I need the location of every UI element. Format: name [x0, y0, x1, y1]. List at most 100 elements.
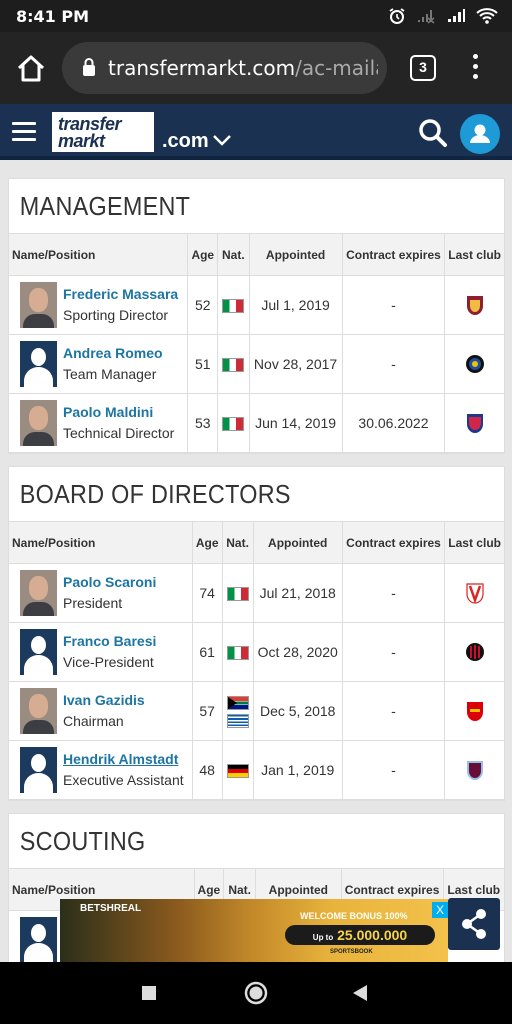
- board-section: BOARD OF DIRECTORS Name/Position Age Nat…: [8, 466, 505, 801]
- age-cell: 53: [187, 393, 219, 453]
- avatar[interactable]: [20, 570, 57, 616]
- table-header-row: Name/Position Age Nat. Appointed Contrac…: [9, 233, 504, 276]
- miami-fc-crest-icon[interactable]: [465, 412, 485, 434]
- italy-flag-icon[interactable]: [226, 646, 249, 661]
- table-header-row: Name/Position Age Nat. Appointed Contrac…: [9, 521, 504, 564]
- browser-toolbar: transfermarkt.com/ac-mailar 3: [0, 32, 512, 104]
- recents-icon[interactable]: [141, 985, 157, 1001]
- avatar-placeholder[interactable]: [20, 341, 57, 387]
- avatar-placeholder[interactable]: [20, 917, 57, 962]
- home-nav-icon[interactable]: [244, 981, 268, 1005]
- person-name-link[interactable]: Paolo Scaroni: [63, 572, 156, 592]
- address-bar[interactable]: transfermarkt.com/ac-mailar: [62, 42, 387, 94]
- contract-cell: -: [342, 681, 446, 741]
- appointed-cell: Nov 28, 2017: [249, 334, 343, 394]
- home-icon[interactable]: [14, 52, 48, 86]
- person-name-link[interactable]: Andrea Romeo: [63, 343, 163, 363]
- contract-cell: 30.06.2022: [342, 393, 446, 453]
- person-name-link[interactable]: Ivan Gazidis: [63, 690, 145, 710]
- page-content: MANAGEMENT Name/Position Age Nat. Appoin…: [0, 164, 512, 962]
- age-cell: 61: [192, 622, 223, 682]
- person-name-link[interactable]: Hendrik Almstadt: [63, 749, 184, 769]
- transfermarkt-logo[interactable]: transfer markt: [51, 111, 155, 153]
- section-title: MANAGEMENT: [19, 191, 191, 221]
- col-last-club: Last club: [444, 521, 504, 564]
- signal-icon: [448, 9, 465, 22]
- italy-flag-icon[interactable]: [222, 299, 245, 314]
- section-title: BOARD OF DIRECTORS: [19, 479, 291, 509]
- arsenal-crest-icon[interactable]: [465, 700, 485, 722]
- clock: 8:41 PM: [16, 7, 90, 26]
- ad-tagline: SPORTSBOOK: [330, 949, 373, 955]
- domain-selector[interactable]: .com: [162, 130, 209, 153]
- person-position: President: [63, 595, 123, 611]
- table-row: Frederic Massara Sporting Director 52 Jul…: [9, 275, 504, 335]
- ac-milan-crest-icon[interactable]: [465, 641, 485, 663]
- col-contract[interactable]: Contract expires: [342, 521, 446, 564]
- italy-flag-icon[interactable]: [226, 587, 249, 602]
- contract-cell: -: [342, 740, 446, 800]
- management-section: MANAGEMENT Name/Position Age Nat. Appoin…: [8, 178, 505, 454]
- avatar[interactable]: [20, 688, 57, 734]
- appointed-cell: Jul 21, 2018: [253, 563, 343, 623]
- user-account-button[interactable]: [460, 114, 500, 154]
- chevron-down-icon[interactable]: [212, 134, 232, 146]
- col-appointed[interactable]: Appointed: [253, 521, 343, 564]
- avatar-placeholder[interactable]: [20, 629, 57, 675]
- browser-menu-icon[interactable]: [470, 54, 480, 84]
- aston-villa-crest-icon[interactable]: [465, 759, 485, 781]
- signal-off-icon: [418, 10, 435, 24]
- col-nat: Nat.: [217, 233, 250, 276]
- back-icon[interactable]: [351, 984, 369, 1002]
- avatar[interactable]: [20, 282, 57, 328]
- site-header: transfer markt .com: [0, 104, 512, 160]
- alarm-icon: [389, 8, 405, 24]
- col-name[interactable]: Name/Position: [9, 521, 193, 564]
- hamburger-menu-icon[interactable]: [12, 122, 36, 146]
- age-cell: 74: [192, 563, 223, 623]
- contract-cell: -: [342, 275, 446, 335]
- person-name-link[interactable]: Paolo Maldini: [63, 402, 174, 422]
- share-button[interactable]: [448, 898, 500, 950]
- ad-banner[interactable]: BETSHREAL WELCOME BONUS 100% Up to 25.00…: [60, 899, 448, 962]
- ad-bonus-label: WELCOME BONUS 100%: [300, 911, 408, 921]
- italy-flag-icon[interactable]: [222, 358, 245, 373]
- age-cell: 57: [192, 681, 223, 741]
- as-roma-crest-icon[interactable]: [465, 294, 485, 316]
- tab-switcher-button[interactable]: 3: [410, 55, 436, 81]
- person-name-link[interactable]: Frederic Massara: [63, 284, 178, 304]
- col-last-club: Last club: [444, 233, 504, 276]
- table-row: Paolo Scaroni President 74 Jul 21, 2018 -: [9, 563, 504, 623]
- appointed-cell: Jul 1, 2019: [249, 275, 343, 335]
- avatar-placeholder[interactable]: [20, 747, 57, 793]
- greece-flag-icon[interactable]: [226, 714, 249, 729]
- contract-cell: -: [342, 563, 446, 623]
- col-appointed[interactable]: Appointed: [249, 233, 343, 276]
- age-cell: 51: [187, 334, 219, 394]
- wifi-icon: [476, 8, 498, 24]
- avatar[interactable]: [20, 400, 57, 446]
- section-title: SCOUTING: [19, 826, 146, 856]
- italy-flag-icon[interactable]: [222, 417, 245, 432]
- col-age[interactable]: Age: [192, 521, 223, 564]
- inter-milan-crest-icon[interactable]: [465, 353, 485, 375]
- person-name-link[interactable]: Franco Baresi: [63, 631, 156, 651]
- south-africa-flag-icon[interactable]: [226, 696, 249, 711]
- col-name[interactable]: Name/Position: [9, 233, 189, 276]
- url-text[interactable]: transfermarkt.com/ac-mailar: [108, 56, 378, 80]
- appointed-cell: Dec 5, 2018: [253, 681, 343, 741]
- url-path: /ac-mailar: [295, 56, 378, 80]
- system-nav-bar: [0, 962, 512, 1024]
- ad-close-button[interactable]: X: [432, 902, 448, 918]
- share-icon: [462, 909, 486, 939]
- germany-flag-icon[interactable]: [226, 764, 249, 779]
- col-contract[interactable]: Contract expires: [342, 233, 446, 276]
- person-position: Vice-President: [63, 654, 154, 670]
- vicenza-crest-icon[interactable]: [465, 582, 485, 604]
- person-position: Executive Assistant: [63, 772, 184, 788]
- ad-brand: BETSHREAL: [80, 903, 142, 914]
- col-age[interactable]: Age: [187, 233, 219, 276]
- board-table: Name/Position Age Nat. Appointed Contrac…: [9, 521, 504, 800]
- search-icon[interactable]: [418, 118, 448, 148]
- lock-icon[interactable]: [82, 57, 96, 77]
